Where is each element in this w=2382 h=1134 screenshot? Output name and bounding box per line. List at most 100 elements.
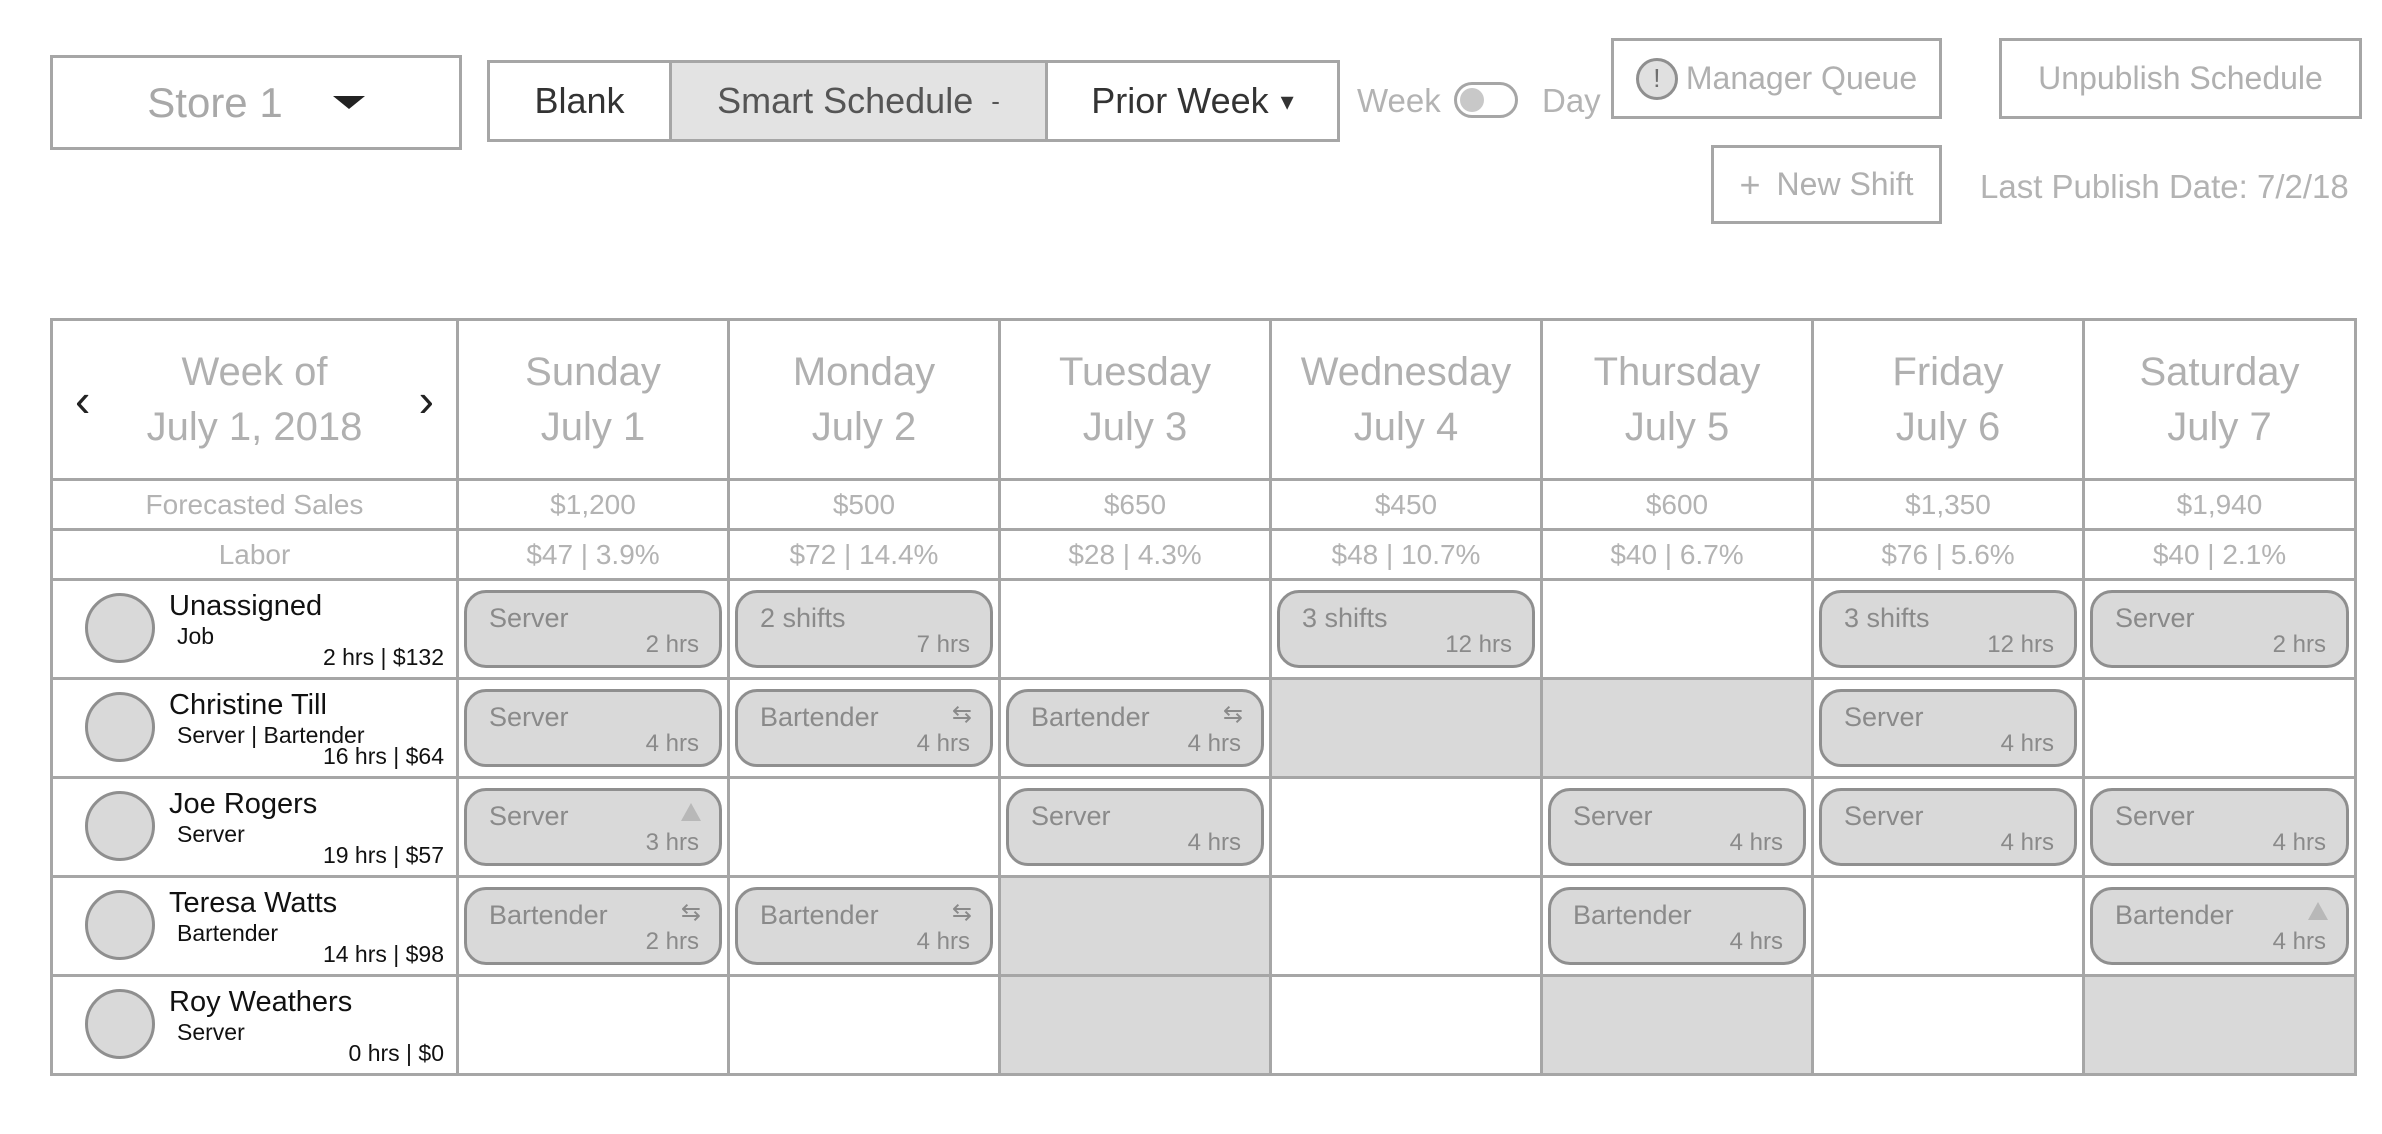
labor-row: Labor $47 | 3.9% $72 | 14.4% $28 | 4.3% $48… bbox=[50, 528, 2357, 581]
shift-title: Bartender bbox=[760, 702, 879, 732]
shift-title: Server bbox=[2115, 603, 2195, 633]
day-cell[interactable] bbox=[998, 578, 1272, 680]
day-cell[interactable]: Bartender 4 hrs bbox=[2082, 875, 2357, 977]
chevron-left-icon[interactable]: ‹ bbox=[75, 377, 90, 423]
forecasted-sales-value: $500 bbox=[727, 478, 1001, 531]
shift-block[interactable]: Server 4 hrs bbox=[2090, 788, 2349, 866]
shift-block[interactable]: Server 4 hrs bbox=[1819, 788, 2077, 866]
smart-schedule-button[interactable]: Smart Schedule - bbox=[669, 60, 1048, 142]
day-cell[interactable]: 3 shifts 12 hrs bbox=[1811, 578, 2085, 680]
shift-title: Bartender bbox=[1031, 702, 1150, 732]
day-cell[interactable] bbox=[727, 974, 1001, 1076]
swap-icon[interactable]: ⇆ bbox=[681, 898, 701, 927]
day-cell[interactable]: 2 shifts 7 hrs bbox=[727, 578, 1001, 680]
day-cell[interactable]: Bartender 4 hrs ⇆ bbox=[727, 677, 1001, 779]
day-cell[interactable]: 3 shifts 12 hrs bbox=[1269, 578, 1543, 680]
forecasted-sales-value: $1,200 bbox=[456, 478, 730, 531]
day-cell[interactable]: Bartender 4 hrs bbox=[1540, 875, 1814, 977]
day-cell[interactable] bbox=[1269, 974, 1543, 1076]
prior-week-button[interactable]: Prior Week ▾ bbox=[1045, 60, 1340, 142]
day-cell[interactable]: Server 4 hrs bbox=[1811, 677, 2085, 779]
shift-hours: 2 hrs bbox=[2272, 631, 2326, 658]
day-cell[interactable] bbox=[1811, 875, 2085, 977]
employee-row: Teresa Watts Bartender 14 hrs | $98 Bartend… bbox=[50, 875, 2357, 977]
day-cell[interactable] bbox=[1811, 974, 2085, 1076]
unavailable-cell[interactable] bbox=[1269, 677, 1543, 779]
day-name: Thursday bbox=[1593, 349, 1761, 394]
unavailable-cell[interactable] bbox=[1540, 974, 1814, 1076]
shift-block[interactable]: Bartender 2 hrs ⇆ bbox=[464, 887, 722, 965]
day-name: Friday bbox=[1892, 349, 2004, 394]
day-cell[interactable] bbox=[1269, 875, 1543, 977]
day-cell[interactable]: Server 3 hrs bbox=[456, 776, 730, 878]
chevron-down-icon bbox=[332, 96, 365, 109]
employee-hours-cost: 14 hrs | $98 bbox=[322, 941, 444, 967]
shift-block[interactable]: 2 shifts 7 hrs bbox=[735, 590, 993, 668]
day-cell[interactable] bbox=[1540, 578, 1814, 680]
shift-block[interactable]: Server 2 hrs bbox=[464, 590, 722, 668]
unavailable-cell[interactable] bbox=[2082, 974, 2357, 1076]
forecasted-sales-value: $600 bbox=[1540, 478, 1814, 531]
unavailable-cell[interactable] bbox=[998, 974, 1272, 1076]
swap-icon[interactable]: ⇆ bbox=[1223, 700, 1243, 729]
shift-block[interactable]: Server 4 hrs bbox=[464, 689, 722, 767]
day-cell[interactable]: Server 2 hrs bbox=[2082, 578, 2357, 680]
employee-cell[interactable]: Unassigned Job 2 hrs | $132 bbox=[50, 578, 459, 680]
day-cell[interactable] bbox=[1269, 776, 1543, 878]
unavailable-cell[interactable] bbox=[998, 875, 1272, 977]
unpublish-schedule-button[interactable]: Unpublish Schedule bbox=[1999, 38, 2362, 119]
shift-hours: 4 hrs bbox=[1187, 829, 1241, 856]
day-cell[interactable]: Bartender 4 hrs ⇆ bbox=[727, 875, 1001, 977]
unavailable-cell[interactable] bbox=[1540, 677, 1814, 779]
day-cell[interactable]: Server 4 hrs bbox=[2082, 776, 2357, 878]
swap-icon[interactable]: ⇆ bbox=[952, 700, 972, 729]
warning-icon bbox=[681, 803, 701, 821]
store-selector[interactable]: Store 1 bbox=[50, 55, 462, 150]
day-name: Wednesday bbox=[1300, 349, 1512, 394]
labor-value: $40 | 2.1% bbox=[2082, 528, 2357, 581]
new-shift-button[interactable]: + New Shift bbox=[1711, 145, 1942, 224]
day-cell[interactable] bbox=[727, 776, 1001, 878]
shift-block[interactable]: 3 shifts 12 hrs bbox=[1277, 590, 1535, 668]
chevron-right-icon[interactable]: › bbox=[419, 377, 434, 423]
shift-block[interactable]: Server 2 hrs bbox=[2090, 590, 2349, 668]
shift-hours: 2 hrs bbox=[645, 631, 699, 658]
shift-block[interactable]: Bartender 4 hrs bbox=[2090, 887, 2349, 965]
day-cell[interactable] bbox=[2082, 677, 2357, 779]
shift-block[interactable]: Server 4 hrs bbox=[1548, 788, 1806, 866]
labor-value: $76 | 5.6% bbox=[1811, 528, 2085, 581]
employee-cell[interactable]: Roy Weathers Server 0 hrs | $0 bbox=[50, 974, 459, 1076]
day-cell[interactable]: Server 4 hrs bbox=[1540, 776, 1814, 878]
day-date: July 6 bbox=[1895, 404, 2001, 449]
employee-cell[interactable]: Christine Till Server | Bartender 16 hrs |… bbox=[50, 677, 459, 779]
blank-schedule-button[interactable]: Blank bbox=[487, 60, 672, 142]
employee-cell[interactable]: Teresa Watts Bartender 14 hrs | $98 bbox=[50, 875, 459, 977]
shift-hours: 2 hrs bbox=[645, 928, 699, 955]
shift-title: 3 shifts bbox=[1844, 603, 1930, 633]
swap-icon[interactable]: ⇆ bbox=[952, 898, 972, 927]
day-cell[interactable] bbox=[456, 974, 730, 1076]
shift-block[interactable]: Server 4 hrs bbox=[1819, 689, 2077, 767]
manager-queue-button[interactable]: ! Manager Queue bbox=[1611, 38, 1942, 119]
shift-block[interactable]: 3 shifts 12 hrs bbox=[1819, 590, 2077, 668]
shift-block[interactable]: Bartender 4 hrs ⇆ bbox=[1006, 689, 1264, 767]
week-label-line1: Week of bbox=[181, 349, 328, 394]
day-date: July 4 bbox=[1353, 404, 1459, 449]
shift-block[interactable]: Server 3 hrs bbox=[464, 788, 722, 866]
dropdown-icon: - bbox=[991, 85, 1000, 116]
shift-block[interactable]: Bartender 4 hrs ⇆ bbox=[735, 689, 993, 767]
shift-hours: 4 hrs bbox=[2000, 829, 2054, 856]
employee-cell[interactable]: Joe Rogers Server 19 hrs | $57 bbox=[50, 776, 459, 878]
day-cell[interactable]: Server 4 hrs bbox=[456, 677, 730, 779]
shift-block[interactable]: Bartender 4 hrs bbox=[1548, 887, 1806, 965]
week-day-toggle[interactable] bbox=[1454, 82, 1518, 118]
day-cell[interactable]: Bartender 2 hrs ⇆ bbox=[456, 875, 730, 977]
shift-block[interactable]: Bartender 4 hrs ⇆ bbox=[735, 887, 993, 965]
shift-block[interactable]: Server 4 hrs bbox=[1006, 788, 1264, 866]
day-header-friday: Friday July 6 bbox=[1811, 318, 2085, 481]
day-cell[interactable]: Server 2 hrs bbox=[456, 578, 730, 680]
day-cell[interactable]: Bartender 4 hrs ⇆ bbox=[998, 677, 1272, 779]
shift-hours: 3 hrs bbox=[645, 829, 699, 856]
day-cell[interactable]: Server 4 hrs bbox=[998, 776, 1272, 878]
day-cell[interactable]: Server 4 hrs bbox=[1811, 776, 2085, 878]
